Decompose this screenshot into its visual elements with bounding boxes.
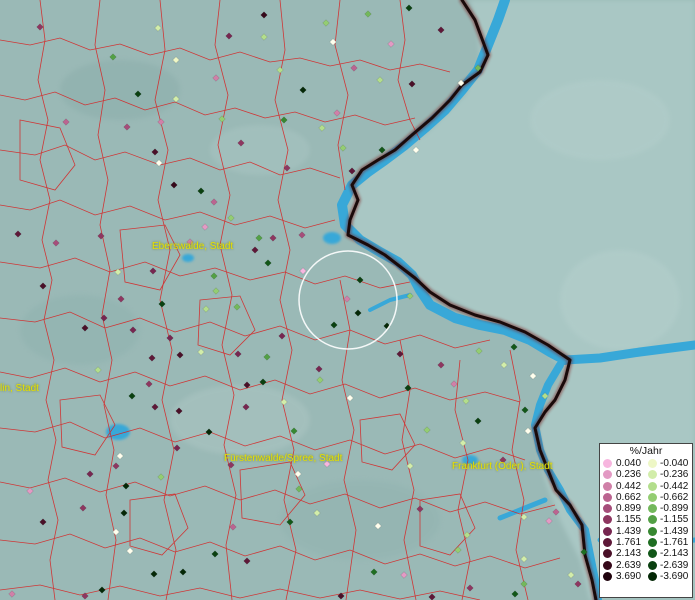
legend-swatch-positive	[603, 526, 612, 536]
legend-row: 0.442 -0.442	[600, 481, 692, 492]
legend-row: 1.439 -1.439	[600, 526, 692, 537]
legend-label-positive: 2.639	[616, 559, 642, 571]
legend-row: 0.899 -0.899	[600, 503, 692, 514]
legend-label-positive: 0.040	[616, 458, 642, 469]
legend-swatch-negative	[648, 571, 657, 581]
legend-label-positive: 2.143	[616, 548, 642, 560]
legend-rows: 0.040 -0.040 0.236 -0.236 0.442 -0.442 0.662 -0…	[600, 458, 692, 582]
legend-swatch-positive	[603, 492, 612, 502]
legend-label-negative: -1.439	[660, 525, 689, 537]
legend-swatch-positive	[603, 481, 612, 491]
legend-swatch-negative	[648, 526, 657, 536]
legend-swatch-positive	[603, 549, 612, 559]
legend-label-positive: 0.442	[616, 480, 642, 492]
legend-swatch-negative	[648, 481, 657, 491]
legend-row: 2.639 -2.639	[600, 560, 692, 571]
legend-swatch-negative	[648, 459, 657, 468]
legend-label-positive: 0.899	[616, 503, 642, 515]
legend-swatch-negative	[648, 560, 657, 570]
legend-label-positive: 0.236	[616, 469, 642, 481]
legend-label-negative: -0.236	[660, 469, 689, 481]
place-label-frankfurt[interactable]: Frankfurt (Oder), Stadt	[452, 461, 553, 472]
legend-label-negative: -0.899	[660, 503, 689, 515]
legend-label-negative: -0.040	[660, 458, 689, 469]
legend-row: 0.236 -0.236	[600, 469, 692, 480]
legend-swatch-positive	[603, 515, 612, 525]
legend-label-positive: 3.690	[616, 570, 642, 582]
legend-label-negative: -1.155	[660, 514, 689, 526]
legend-row: 2.143 -2.143	[600, 548, 692, 559]
place-label-fuerstenwalde[interactable]: Fürstenwalde/Spree, Stadt	[224, 453, 342, 464]
legend-label-positive: 1.761	[616, 537, 642, 549]
legend: %/Jahr 0.040 -0.040 0.236 -0.236 0.442 -0.442…	[599, 443, 693, 598]
legend-swatch-negative	[648, 470, 657, 480]
legend-label-positive: 1.439	[616, 525, 642, 537]
place-label-eberswalde[interactable]: Eberswalde, Stadt	[152, 241, 233, 252]
legend-label-negative: -0.442	[660, 480, 689, 492]
legend-swatch-positive	[603, 504, 612, 514]
legend-swatch-positive	[603, 560, 612, 570]
legend-row: 1.155 -1.155	[600, 514, 692, 525]
legend-label-negative: -2.143	[660, 548, 689, 560]
legend-row: 0.040 -0.040	[600, 458, 692, 469]
legend-swatch-negative	[648, 549, 657, 559]
legend-swatch-positive	[603, 571, 612, 581]
legend-swatch-positive	[603, 538, 612, 548]
legend-label-negative: -2.639	[660, 559, 689, 571]
legend-row: 3.690 -3.690	[600, 571, 692, 582]
legend-swatch-negative	[648, 538, 657, 548]
legend-label-positive: 0.662	[616, 491, 642, 503]
legend-title: %/Jahr	[629, 445, 663, 457]
legend-swatch-negative	[648, 492, 657, 502]
legend-label-negative: -1.761	[660, 537, 689, 549]
legend-row: 1.761 -1.761	[600, 537, 692, 548]
legend-label-positive: 1.155	[616, 514, 642, 526]
legend-label-negative: -3.690	[660, 570, 689, 582]
place-label-berlin[interactable]: lin, Stadt	[0, 383, 39, 394]
legend-label-negative: -0.662	[660, 491, 689, 503]
legend-row: 0.662 -0.662	[600, 492, 692, 503]
legend-swatch-positive	[603, 459, 612, 468]
legend-swatch-negative	[648, 504, 657, 514]
map-canvas[interactable]	[0, 0, 695, 600]
legend-swatch-positive	[603, 470, 612, 480]
legend-swatch-negative	[648, 515, 657, 525]
